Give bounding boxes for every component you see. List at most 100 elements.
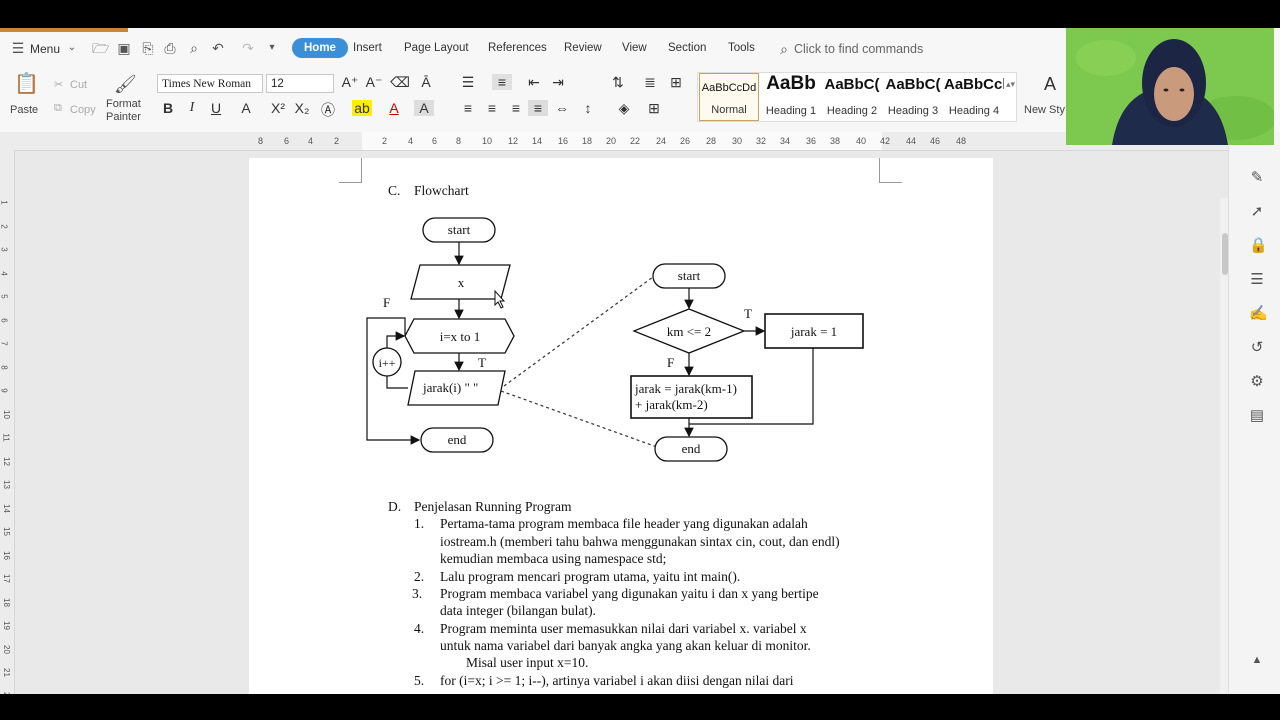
scroll-up-icon[interactable]: ▲ xyxy=(1249,652,1265,668)
format-painter-label-2[interactable]: Painter xyxy=(106,111,141,123)
right-assign-text: jarak = 1 xyxy=(790,324,837,339)
highlight-button[interactable]: ab xyxy=(352,100,372,116)
document-page[interactable]: C. Flowchart start x i=x to 1 T jarak(i)… xyxy=(249,158,993,694)
right-false-label: F xyxy=(667,355,674,370)
tab-section[interactable]: Section xyxy=(668,42,706,54)
italic-button[interactable]: I xyxy=(182,100,202,116)
distribute-icon[interactable]: ⇔ xyxy=(552,100,572,116)
select-cursor-icon[interactable]: ➚ xyxy=(1249,204,1265,220)
paste-button[interactable]: Paste xyxy=(10,104,38,116)
line-spacing-icon[interactable]: ≣ xyxy=(640,74,660,91)
copy-button[interactable]: Copy xyxy=(70,104,96,116)
align-right-icon[interactable]: ≡ xyxy=(506,100,526,116)
paste-icon[interactable]: 📋 xyxy=(14,74,39,98)
gallery-scroll-icon[interactable]: ▴▾ xyxy=(1006,79,1015,90)
cut-button[interactable]: Cut xyxy=(70,79,87,91)
vertical-ruler-tick-label: 5 xyxy=(0,294,9,299)
style-heading-3[interactable]: AaBbC( Heading 3 xyxy=(883,73,943,121)
cut-icon[interactable]: ✂ xyxy=(54,78,63,91)
redo-icon[interactable]: ↷ xyxy=(240,40,256,56)
edit-icon[interactable]: ✎ xyxy=(1249,170,1265,186)
new-style-icon[interactable]: A xyxy=(1040,74,1060,95)
tab-review[interactable]: Review xyxy=(564,42,602,54)
style-heading-2[interactable]: AaBbC( Heading 2 xyxy=(822,73,882,121)
bullets-icon[interactable]: ☰ xyxy=(458,74,478,91)
vertical-ruler-tick-label: 8 xyxy=(0,364,9,370)
font-name-select[interactable]: Times New Roman xyxy=(157,74,263,93)
copy-icon[interactable]: ⧉ xyxy=(54,102,62,115)
chevron-down-icon[interactable]: ⌄ xyxy=(64,40,80,56)
outline-icon[interactable]: ☰ xyxy=(1249,272,1265,288)
style-heading-4[interactable]: AaBbCcl Heading 4 xyxy=(944,73,1004,121)
search-icon[interactable]: ⌕ xyxy=(776,41,792,57)
sort-icon[interactable]: ⇅ xyxy=(608,74,628,91)
ruler-tick-label: 40 xyxy=(856,136,867,146)
subscript-button[interactable]: X₂ xyxy=(292,100,312,116)
align-left-icon[interactable]: ≡ xyxy=(458,100,478,116)
export-icon[interactable]: ⎘ xyxy=(140,40,156,56)
shrink-font-icon[interactable]: A⁻ xyxy=(364,74,384,91)
new-style-button[interactable]: New Sty xyxy=(1024,104,1065,116)
tab-references[interactable]: References xyxy=(488,42,547,54)
increase-indent-icon[interactable]: ⇥ xyxy=(548,74,568,91)
review-icon[interactable]: ✍ xyxy=(1249,306,1268,322)
print-preview-icon[interactable]: ⌕ xyxy=(186,40,202,56)
tab-insert[interactable]: Insert xyxy=(353,42,382,54)
ruler-tick-label: 46 xyxy=(930,136,941,146)
tab-page-layout[interactable]: Page Layout xyxy=(404,42,469,54)
right-recursion-line1: jarak = jarak(km-1) xyxy=(634,381,737,396)
align-center-icon[interactable]: ≡ xyxy=(482,100,502,116)
doc-map-icon[interactable]: ▤ xyxy=(1249,408,1265,424)
underline-button[interactable]: U xyxy=(206,100,226,116)
shading-icon[interactable]: ◈ xyxy=(614,100,634,117)
font-size-select[interactable]: 12 xyxy=(266,74,334,93)
style-heading-1[interactable]: AaBb Heading 1 xyxy=(761,73,821,121)
list-item-line: Program membaca variabel yang digunakan … xyxy=(440,586,819,601)
superscript-button[interactable]: X² xyxy=(268,100,288,116)
tab-tools[interactable]: Tools xyxy=(728,42,755,54)
ruler-tick-label: 38 xyxy=(830,136,841,146)
tab-home[interactable]: Home xyxy=(292,38,348,58)
customize-icon[interactable]: ▾ xyxy=(264,40,280,56)
find-commands-input[interactable]: Click to find commands xyxy=(794,42,923,56)
vertical-ruler-tick-label: 3 xyxy=(0,247,9,252)
undo-icon[interactable]: ↶ xyxy=(210,40,226,56)
hamburger-icon[interactable]: ☰ xyxy=(10,40,26,56)
style-gallery[interactable]: AaBbCcDd Normal AaBb Heading 1 AaBbC( He… xyxy=(697,72,1017,122)
paragraph-spacing-icon[interactable]: ↕ xyxy=(578,100,598,116)
lock-icon[interactable]: 🔒 xyxy=(1249,238,1268,254)
grow-font-icon[interactable]: A⁺ xyxy=(340,74,360,91)
adjust-icon[interactable]: ⚙ xyxy=(1249,374,1265,390)
style-normal[interactable]: AaBbCcDd Normal xyxy=(699,73,759,121)
vertical-ruler-tick-label: 14 xyxy=(1,503,11,513)
menu-button[interactable]: Menu xyxy=(30,42,60,56)
vertical-ruler-tick-label: 18 xyxy=(1,597,11,607)
char-shading-button[interactable]: A xyxy=(414,100,434,116)
open-folder-icon[interactable]: 🗁 xyxy=(92,40,109,56)
decrease-indent-icon[interactable]: ⇤ xyxy=(524,74,544,91)
clear-format-icon[interactable]: ⌫ xyxy=(390,74,410,91)
list-item-number: 5. xyxy=(414,673,425,688)
justify-icon[interactable]: ≡ xyxy=(528,100,548,116)
font-color-button[interactable]: A xyxy=(384,100,404,116)
format-painter-icon[interactable]: 🖌 xyxy=(114,75,137,93)
text-effect-icon[interactable]: Ā xyxy=(416,74,436,90)
numbering-icon[interactable]: ≡ xyxy=(492,74,512,90)
ruler-tick-label: 22 xyxy=(630,136,641,146)
text-effects-button[interactable]: Ⓐ xyxy=(318,100,338,120)
vertical-ruler-tick-label: 16 xyxy=(1,550,11,560)
list-item-number: 1. xyxy=(414,516,425,531)
borders-icon[interactable]: ⊞ xyxy=(644,100,664,117)
tab-view[interactable]: View xyxy=(622,42,647,54)
save-icon[interactable]: ▣ xyxy=(116,40,132,56)
strikethrough-button[interactable]: A xyxy=(236,100,256,116)
table-icon[interactable]: ⊞ xyxy=(666,74,686,91)
history-icon[interactable]: ↺ xyxy=(1249,340,1265,356)
bold-button[interactable]: B xyxy=(158,100,178,116)
presenter-video-icon xyxy=(1066,28,1274,145)
right-start-text: start xyxy=(678,268,701,283)
ruler-tick-label: 44 xyxy=(906,136,917,146)
print-icon[interactable]: ⎙ xyxy=(162,40,178,56)
format-painter-label-1[interactable]: Format xyxy=(106,98,141,110)
ruler-tick-label: 24 xyxy=(656,136,667,146)
